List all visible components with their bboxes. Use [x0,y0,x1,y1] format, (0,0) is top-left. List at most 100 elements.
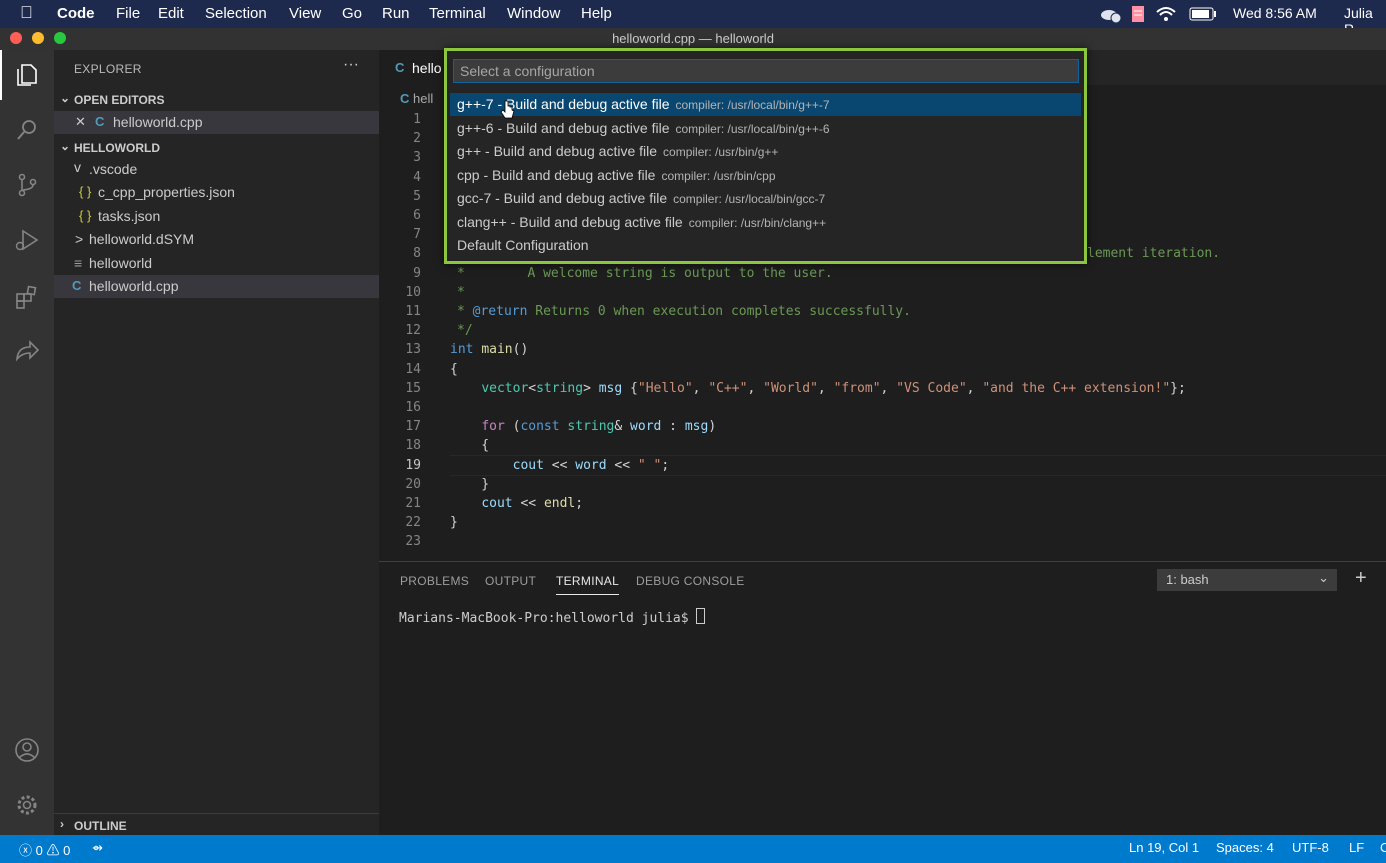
tree-item-helloworld-dsym[interactable]: > helloworld.dSYM [54,228,379,251]
search-icon[interactable] [14,117,40,143]
folder-header[interactable]: ⌄ HELLOWORLD [54,136,379,158]
terminal-output[interactable]: Marians-MacBook-Pro:helloworld julia$ [399,608,706,626]
settings-gear-icon[interactable] [14,792,40,818]
activity-bar [0,50,54,835]
open-editor-item[interactable]: ✕ C helloworld.cpp [54,111,379,134]
tab-label: hello [412,60,442,76]
tree-item-vscode[interactable]: v .vscode [54,158,379,181]
option-label: clang++ - Build and debug active file com… [457,214,826,230]
menu-edit[interactable]: Edit [158,5,184,22]
warning-icon: ⚠ [46,843,60,858]
apple-menu-icon[interactable]:  [20,3,33,23]
terminal-cursor [696,608,706,624]
explorer-icon[interactable] [14,62,40,88]
end-of-line[interactable]: LF [1349,840,1364,855]
cpp-file-icon: C [400,91,410,106]
line-number: 3 [413,150,421,166]
line-number: 20 [405,476,421,492]
line-number: 17 [405,419,421,435]
warning-count: 0 [63,843,71,858]
panel-tab-output[interactable]: OUTPUT [485,574,536,588]
folder-title: HELLOWORLD [74,141,160,155]
configuration-option[interactable]: g++-6 - Build and debug active file compi… [450,117,1081,140]
wifi-icon[interactable] [1155,6,1177,22]
line-number: 21 [405,496,421,511]
menu-window[interactable]: Window [507,5,560,22]
code-line: vector<string> msg {"Hello", "C++", "Wor… [481,380,1186,396]
line-number: 9 [413,265,421,281]
new-terminal-button[interactable]: + [1355,567,1367,590]
account-icon[interactable] [14,737,40,763]
terminal-select-value: 1: bash [1166,572,1209,587]
bottom-panel: PROBLEMS OUTPUT TERMINAL DEBUG CONSOLE 1… [379,561,1386,836]
encoding[interactable]: UTF-8 [1292,840,1329,855]
code-line: } [450,476,490,492]
tree-item-c-cpp-properties[interactable]: { } c_cpp_properties.json [54,181,379,204]
menu-run[interactable]: Run [382,5,410,22]
option-label: cpp - Build and debug active file compile… [457,167,776,183]
line-number: 15 [405,380,421,396]
menubar-clock[interactable]: Wed 8:56 AM [1233,5,1317,21]
configuration-option[interactable]: g++ - Build and debug active file compile… [450,140,1081,163]
configuration-search-input[interactable] [453,59,1079,83]
close-icon[interactable]: ✕ [75,114,86,130]
mouse-cursor-icon [500,100,515,119]
cpp-file-icon: C [95,114,105,129]
line-number: 14 [405,361,421,377]
tree-item-tasks-json[interactable]: { } tasks.json [54,205,379,228]
outline-header[interactable]: › OUTLINE [54,813,379,836]
explorer-title: EXPLORER [74,62,142,76]
line-number: 16 [405,400,421,415]
menu-file[interactable]: File [116,5,140,22]
configuration-option[interactable]: Default Configuration [450,234,1081,257]
open-editor-label: helloworld.cpp [113,114,203,130]
outline-title: OUTLINE [74,819,127,833]
problems-status[interactable]: ⓧ 0 ⚠ 0 [19,840,70,859]
configuration-quick-pick: g++-7 - Build and debug active file compi… [444,48,1087,264]
open-editors-header[interactable]: ⌄ OPEN EDITORS [54,88,379,110]
tree-item-helloworld-cpp[interactable]: C helloworld.cpp [54,275,379,298]
cpp-file-icon: C [72,278,82,293]
source-control-icon[interactable] [14,172,40,198]
line-number: 2 [413,131,421,147]
panel-tab-debug-console[interactable]: DEBUG CONSOLE [636,574,745,588]
tree-label: c_cpp_properties.json [98,184,235,200]
run-status-icon[interactable]: ⇴ [92,840,103,856]
configuration-option[interactable]: cpp - Build and debug active file compile… [450,164,1081,187]
menu-help[interactable]: Help [581,5,612,22]
app-menu-code[interactable]: Code [57,5,95,22]
code-line: * A welcome string is output to the user… [457,265,833,281]
option-title: Default Configuration [457,237,589,253]
menu-selection[interactable]: Selection [205,5,267,22]
terminal-select[interactable]: 1: bash ⌄ [1157,569,1337,591]
more-actions-icon[interactable]: ··· [343,56,359,74]
extensions-icon[interactable] [14,284,40,310]
menu-view[interactable]: View [289,5,321,22]
code-line: } [450,515,458,531]
battery-icon[interactable] [1189,7,1217,21]
indentation[interactable]: Spaces: 4 [1216,840,1274,855]
live-share-icon[interactable] [14,339,40,365]
panel-tab-terminal[interactable]: TERMINAL [556,574,620,595]
tree-item-helloworld-binary[interactable]: ≡ helloworld [54,252,379,275]
window-title: helloworld.cpp — helloworld [612,31,774,46]
run-debug-icon[interactable] [14,227,40,253]
panel-tab-problems[interactable]: PROBLEMS [400,574,469,588]
menu-terminal[interactable]: Terminal [429,5,486,22]
chevron-down-icon: ⌄ [1318,570,1329,585]
configuration-option[interactable]: g++-7 - Build and debug active file compi… [450,93,1081,116]
language-mode[interactable]: C [1380,840,1386,855]
menu-go[interactable]: Go [342,5,362,22]
cursor-position[interactable]: Ln 19, Col 1 [1129,840,1199,855]
line-number: 13 [405,342,421,358]
document-status-icon[interactable] [1131,5,1145,23]
cloud-sync-icon[interactable] [1100,5,1122,23]
option-label: g++-6 - Build and debug active file compi… [457,120,830,136]
tree-label: helloworld.dSYM [89,231,195,247]
breadcrumb[interactable]: C hell [400,91,433,106]
error-count: 0 [35,843,43,858]
option-description: compiler: /usr/bin/cpp [661,168,776,183]
configuration-option[interactable]: clang++ - Build and debug active file com… [450,211,1081,234]
option-description: compiler: /usr/local/bin/gcc-7 [673,192,826,206]
configuration-option[interactable]: gcc-7 - Build and debug active file compi… [450,187,1081,210]
